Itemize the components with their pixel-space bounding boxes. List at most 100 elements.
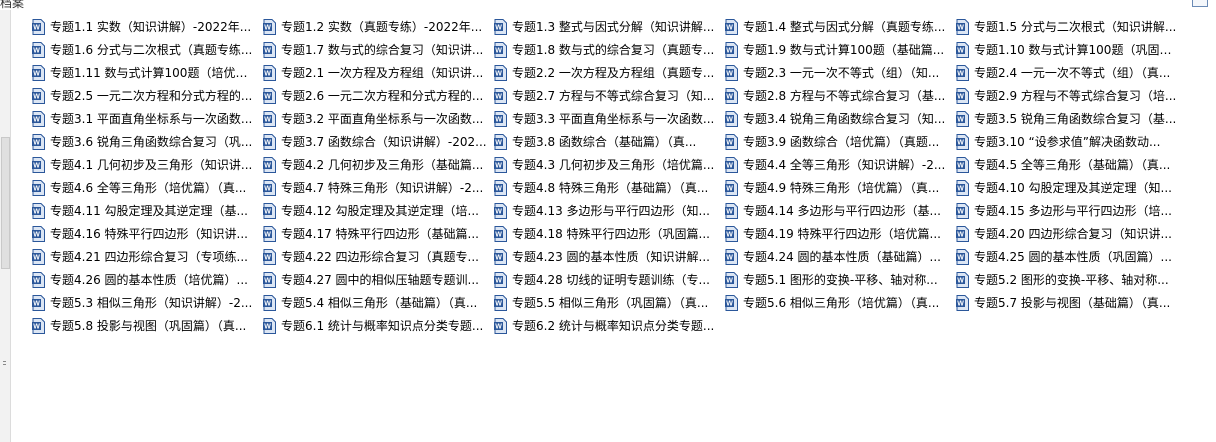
file-item[interactable]: W 专题2.4 一元一次不等式（组）（真... — [956, 63, 1182, 83]
svg-text:W: W — [726, 232, 733, 239]
file-item[interactable]: W 专题4.8 特殊三角形（基础篇）（真... — [494, 178, 720, 198]
file-item[interactable]: W 专题2.2 一次方程及方程组（真题专... — [494, 63, 720, 83]
file-name: 专题5.8 投影与视图（巩固篇）（真... — [50, 319, 247, 333]
svg-text:W: W — [264, 209, 271, 216]
svg-text:W: W — [264, 278, 271, 285]
file-item[interactable]: W 专题4.17 特殊平行四边形（基础篇... — [263, 224, 489, 244]
file-item[interactable]: W 专题1.11 数与式计算100题（培优篇... — [32, 63, 258, 83]
file-item[interactable]: W 专题4.11 勾股定理及其逆定理（基... — [32, 201, 258, 221]
file-item[interactable]: W 专题1.7 数与式的综合复习（知识讲... — [263, 40, 489, 60]
svg-text:W: W — [957, 301, 964, 308]
file-name: 专题4.15 多边形与平行四边形（培... — [974, 204, 1172, 218]
file-item[interactable]: W 专题2.1 一次方程及方程组（知识讲... — [263, 63, 489, 83]
file-item[interactable]: W 专题5.2 图形的变换-平移、轴对称... — [956, 270, 1182, 290]
file-name: 专题1.9 数与式计算100题（基础篇... — [743, 43, 945, 57]
svg-text:W: W — [264, 232, 271, 239]
file-item[interactable]: W 专题3.9 函数综合（培优篇）（真题... — [725, 132, 951, 152]
window-top-strip: 档案 — [0, 0, 1216, 10]
file-item[interactable]: W 专题4.12 勾股定理及其逆定理（培... — [263, 201, 489, 221]
file-item[interactable]: W 专题3.8 函数综合（基础篇）（真... — [494, 132, 720, 152]
file-item[interactable]: W 专题4.27 圆中的相似压轴题专题训... — [263, 270, 489, 290]
file-item[interactable]: W 专题4.25 圆的基本性质（巩固篇）... — [956, 247, 1182, 267]
svg-text:W: W — [33, 232, 40, 239]
file-item[interactable]: W 专题4.5 全等三角形（基础篇）（真... — [956, 155, 1182, 175]
file-item[interactable]: W 专题4.23 圆的基本性质（知识讲解... — [494, 247, 720, 267]
file-item[interactable]: W 专题4.10 勾股定理及其逆定理（知... — [956, 178, 1182, 198]
word-document-icon: W — [956, 295, 969, 311]
file-item[interactable]: W 专题5.1 图形的变换-平移、轴对称... — [725, 270, 951, 290]
file-item[interactable]: W 专题4.4 全等三角形（知识讲解）-2... — [725, 155, 951, 175]
file-item[interactable]: W 专题1.4 整式与因式分解（真题专练... — [725, 17, 951, 37]
file-item[interactable]: W 专题1.1 实数（知识讲解）-2022年... — [32, 17, 258, 37]
file-item[interactable]: W 专题4.9 特殊三角形（培优篇）（真... — [725, 178, 951, 198]
file-item[interactable]: W 专题4.6 全等三角形（培优篇）（真... — [32, 178, 258, 198]
word-document-icon: W — [32, 180, 45, 196]
file-item[interactable]: W 专题1.6 分式与二次根式（真题专练... — [32, 40, 258, 60]
word-document-icon: W — [956, 180, 969, 196]
file-item[interactable]: W 专题3.7 函数综合（知识讲解）-202... — [263, 132, 489, 152]
file-item[interactable]: W 专题2.8 方程与不等式综合复习（基... — [725, 86, 951, 106]
svg-text:W: W — [33, 324, 40, 331]
file-item[interactable]: W 专题4.1 几何初步及三角形（知识讲... — [32, 155, 258, 175]
file-item[interactable]: W 专题4.19 特殊平行四边形（培优篇... — [725, 224, 951, 244]
file-item[interactable]: W 专题5.4 相似三角形（基础篇）（真... — [263, 293, 489, 313]
file-item[interactable]: W 专题4.16 特殊平行四边形（知识讲... — [32, 224, 258, 244]
file-item[interactable]: W 专题3.5 锐角三角函数综合复习（基... — [956, 109, 1182, 129]
word-document-icon: W — [32, 88, 45, 104]
file-item[interactable]: W 专题3.6 锐角三角函数综合复习（巩... — [32, 132, 258, 152]
scrollbar-thumb[interactable] — [1, 137, 10, 269]
word-document-icon: W — [725, 249, 738, 265]
file-item[interactable]: W 专题2.9 方程与不等式综合复习（培... — [956, 86, 1182, 106]
file-item[interactable]: W 专题4.21 四边形综合复习（专项练... — [32, 247, 258, 267]
file-name: 专题4.25 圆的基本性质（巩固篇）... — [974, 250, 1172, 264]
svg-text:W: W — [726, 186, 733, 193]
file-item[interactable]: W 专题4.28 切线的证明专题训练（专... — [494, 270, 720, 290]
file-item[interactable]: W 专题4.14 多边形与平行四边形（基... — [725, 201, 951, 221]
file-name: 专题2.3 一元一次不等式（组）（知... — [743, 66, 940, 80]
file-item[interactable]: W 专题4.15 多边形与平行四边形（培... — [956, 201, 1182, 221]
file-item[interactable]: W 专题4.18 特殊平行四边形（巩固篇... — [494, 224, 720, 244]
file-item[interactable]: W 专题5.7 投影与视图（基础篇）（真... — [956, 293, 1182, 313]
word-document-icon: W — [725, 203, 738, 219]
file-item[interactable]: W 专题1.3 整式与因式分解（知识讲解... — [494, 17, 720, 37]
svg-text:W: W — [495, 163, 502, 170]
file-item[interactable]: W 专题5.3 相似三角形（知识讲解）-2... — [32, 293, 258, 313]
navigation-pane-scrollbar[interactable] — [0, 10, 11, 442]
svg-text:W: W — [264, 163, 271, 170]
svg-text:W: W — [495, 140, 502, 147]
file-item[interactable]: W 专题6.2 统计与概率知识点分类专题... — [494, 316, 720, 336]
file-item[interactable]: W 专题1.10 数与式计算100题（巩固篇... — [956, 40, 1182, 60]
file-item[interactable]: W 专题2.5 一元二次方程和分式方程的... — [32, 86, 258, 106]
file-item[interactable]: W 专题1.9 数与式计算100题（基础篇... — [725, 40, 951, 60]
file-item[interactable]: W 专题3.4 锐角三角函数综合复习（知... — [725, 109, 951, 129]
file-item[interactable]: W 专题4.24 圆的基本性质（基础篇）... — [725, 247, 951, 267]
file-item[interactable]: W 专题3.3 平面直角坐标系与一次函数... — [494, 109, 720, 129]
file-item[interactable]: W 专题4.2 几何初步及三角形（基础篇... — [263, 155, 489, 175]
svg-text:W: W — [33, 117, 40, 124]
file-item[interactable]: W 专题3.1 平面直角坐标系与一次函数... — [32, 109, 258, 129]
file-item[interactable]: W 专题5.6 相似三角形（培优篇）（真... — [725, 293, 951, 313]
file-item[interactable]: W 专题5.5 相似三角形（巩固篇）（真... — [494, 293, 720, 313]
file-item[interactable]: W 专题2.7 方程与不等式综合复习（知... — [494, 86, 720, 106]
file-name: 专题4.26 圆的基本性质（培优篇）... — [50, 273, 248, 287]
file-item[interactable]: W 专题6.1 统计与概率知识点分类专题... — [263, 316, 489, 336]
file-item[interactable]: W 专题1.5 分式与二次根式（知识讲解... — [956, 17, 1182, 37]
file-item[interactable]: W 专题4.3 几何初步及三角形（培优篇... — [494, 155, 720, 175]
file-name: 专题4.7 特殊三角形（知识讲解）-2... — [281, 181, 484, 195]
file-item[interactable]: W 专题4.22 四边形综合复习（真题专... — [263, 247, 489, 267]
file-item[interactable]: W 专题1.2 实数（真题专练）-2022年... — [263, 17, 489, 37]
file-item[interactable]: W 专题5.8 投影与视图（巩固篇）（真... — [32, 316, 258, 336]
word-document-icon: W — [32, 134, 45, 150]
file-item[interactable]: W 专题4.7 特殊三角形（知识讲解）-2... — [263, 178, 489, 198]
file-item[interactable]: W 专题2.6 一元二次方程和分式方程的... — [263, 86, 489, 106]
file-item[interactable]: W 专题4.20 四边形综合复习（知识讲... — [956, 224, 1182, 244]
word-document-icon: W — [956, 111, 969, 127]
file-item[interactable]: W 专题4.26 圆的基本性质（培优篇）... — [32, 270, 258, 290]
file-item[interactable]: W 专题1.8 数与式的综合复习（真题专... — [494, 40, 720, 60]
file-item[interactable]: W 专题3.2 平面直角坐标系与一次函数... — [263, 109, 489, 129]
pane-toggle-icon[interactable] — [1192, 0, 1208, 7]
file-name: 专题4.24 圆的基本性质（基础篇）... — [743, 250, 941, 264]
file-item[interactable]: W 专题2.3 一元一次不等式（组）（知... — [725, 63, 951, 83]
file-item[interactable]: W 专题3.10 “设参求值”解决函数动... — [956, 132, 1182, 152]
file-item[interactable]: W 专题4.13 多边形与平行四边形（知... — [494, 201, 720, 221]
